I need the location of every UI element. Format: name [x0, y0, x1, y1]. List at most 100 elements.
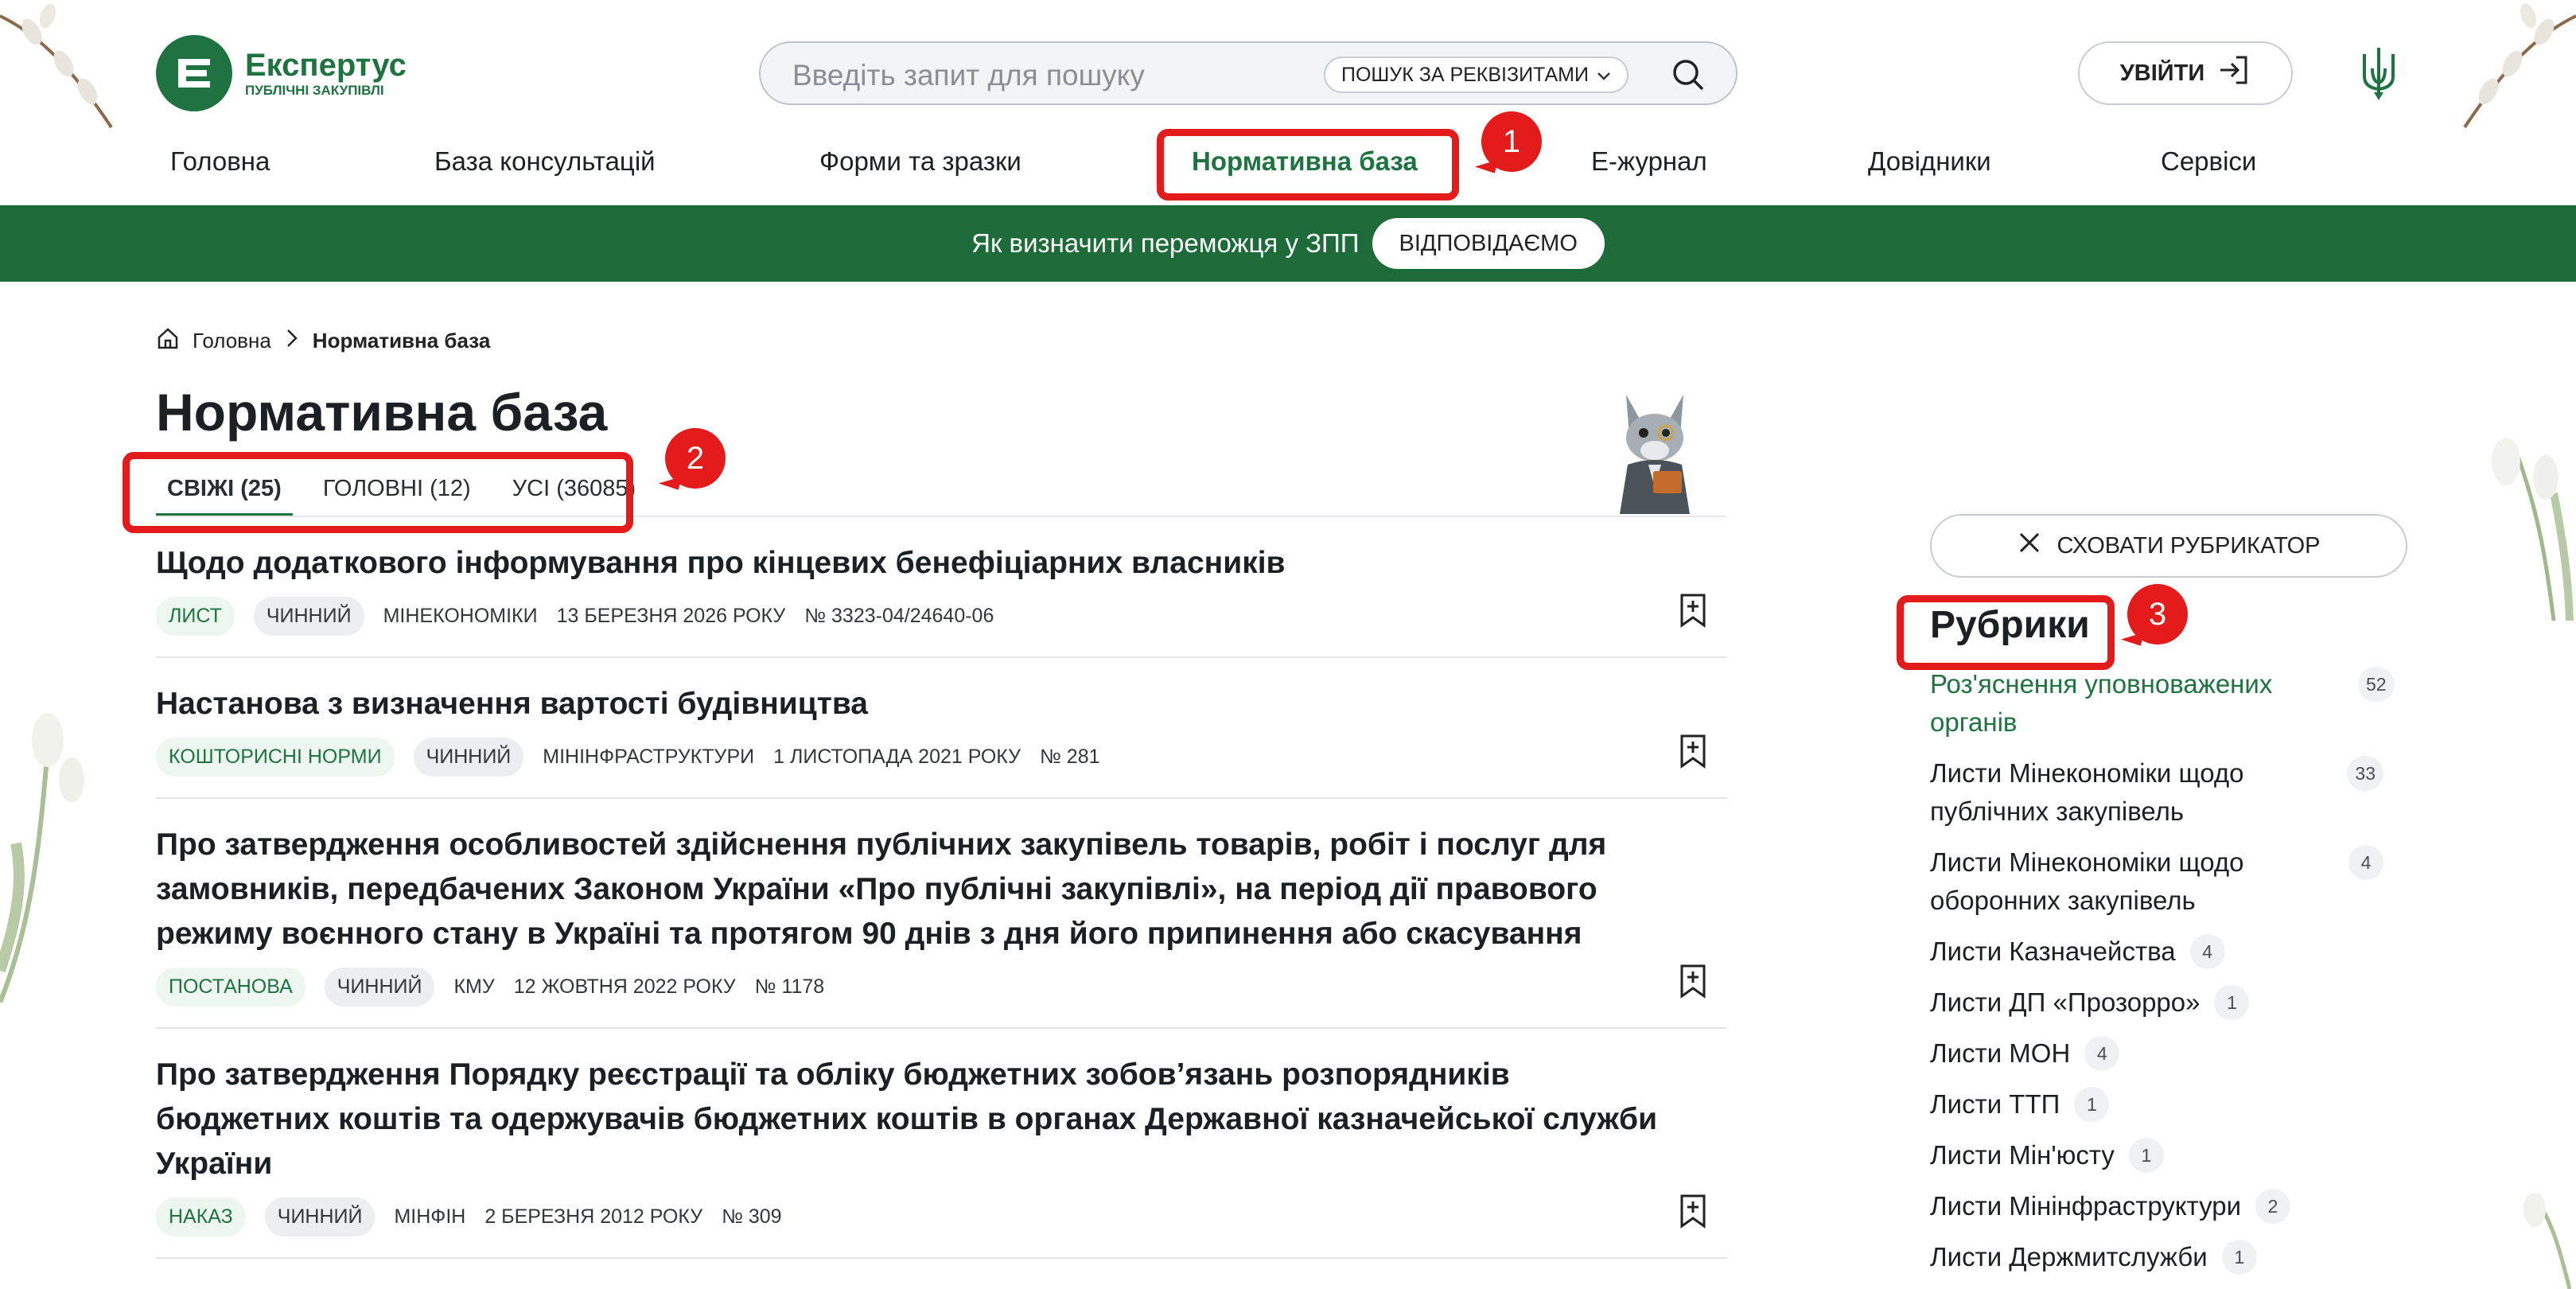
rubric-item[interactable]: Листи Казначейства 4: [1930, 933, 2407, 971]
logo-name: Експертус: [245, 48, 407, 83]
document-title-link[interactable]: Настанова з визначення вартості будівниц…: [156, 682, 1726, 726]
document-status-tag: ЧИННИЙ: [324, 968, 435, 1007]
rubric-count-badge: 4: [2189, 934, 2225, 969]
banner-answer-button[interactable]: ВІДПОВІДАЄМО: [1372, 218, 1605, 269]
rubric-label: Листи МОН: [1930, 1038, 2071, 1068]
annotation-marker-1: 1: [1481, 111, 1542, 172]
rubric-label: Роз'яснення уповноважених органів: [1930, 669, 2273, 737]
nav-item-references[interactable]: Довідники: [1868, 146, 1991, 177]
rubric-item[interactable]: Роз'яснення уповноважених органів 52: [1930, 665, 2407, 742]
document-type-tag[interactable]: ПОСТАНОВА: [156, 968, 305, 1007]
document-title-link[interactable]: Про затвердження особливостей здійснення…: [156, 823, 1726, 956]
document-date: 1 ЛИСТОПАДА 2021 РОКУ: [773, 746, 1021, 768]
document-list: Щодо додаткового інформування про кінцев…: [156, 517, 1726, 1259]
rubric-count-badge: 33: [2347, 756, 2383, 791]
rubric-item[interactable]: Листи Мін'юсту 1: [1930, 1136, 2407, 1174]
nav-item-services[interactable]: Сервіси: [2161, 146, 2256, 177]
nav-item-consultations[interactable]: База консультацій: [434, 146, 656, 177]
document-date: 13 БЕРЕЗНЯ 2026 РОКУ: [556, 605, 786, 627]
rubric-label: Листи Держмитслужби: [1930, 1242, 2208, 1271]
logo-subtitle: ПУБЛІЧНІ ЗАКУПІВЛІ: [245, 83, 384, 98]
list-item: Настанова з визначення вартості будівниц…: [156, 658, 1726, 799]
rubric-count-badge: 2: [2255, 1189, 2291, 1224]
document-title-link[interactable]: Про затвердження Порядку реєстрації та о…: [156, 1053, 1726, 1186]
document-meta: ПОСТАНОВА ЧИННИЙ КМУ 12 ЖОВТНЯ 2022 РОКУ…: [156, 968, 1726, 1007]
annotation-highlight-rubrics: [1897, 595, 2115, 670]
rubric-label: Листи ТТП: [1930, 1089, 2060, 1119]
document-status-tag: ЧИННИЙ: [264, 1197, 376, 1236]
rubric-label: Листи Мінекономіки щодо публічних закупі…: [1930, 758, 2244, 826]
nav-item-forms[interactable]: Форми та зразки: [819, 146, 1021, 177]
snowdrop-decoration-left: [0, 684, 95, 1003]
hide-rubricator-button[interactable]: СХОВАТИ РУБРИКАТОР: [1930, 514, 2407, 578]
document-issuer: МІНЕКОНОМІКИ: [383, 605, 538, 627]
nav-item-home[interactable]: Головна: [170, 146, 270, 177]
rubric-count-badge: 52: [2358, 667, 2395, 702]
login-icon: [2217, 54, 2251, 92]
rubric-label: Листи Мін'юсту: [1930, 1140, 2115, 1170]
trident-icon: [2356, 45, 2401, 106]
document-title-link[interactable]: Щодо додаткового інформування про кінцев…: [156, 541, 1726, 586]
rubric-item[interactable]: Листи Мінекономіки щодо публічних закупі…: [1930, 754, 2407, 831]
rubric-count-badge: 1: [2221, 1240, 2257, 1275]
breadcrumb-home[interactable]: Головна: [193, 329, 271, 353]
bookmark-add-icon[interactable]: [1677, 1194, 1709, 1229]
document-issuer: КМУ: [453, 976, 495, 998]
document-meta: ЛИСТ ЧИННИЙ МІНЕКОНОМІКИ 13 БЕРЕЗНЯ 2026…: [156, 597, 1726, 636]
search-icon[interactable]: [1671, 57, 1706, 92]
rubric-label: Листи ДП «Прозорро»: [1930, 987, 2200, 1017]
list-item: Про затвердження Порядку реєстрації та о…: [156, 1029, 1726, 1259]
snowdrop-decoration-right: [2458, 414, 2576, 621]
document-status-tag: ЧИННИЙ: [253, 597, 364, 636]
document-issuer: МІНІНФРАСТРУКТУРИ: [543, 746, 755, 768]
snowdrop-decoration-bottom-right: [2506, 1194, 2576, 1289]
breadcrumb-current: Нормативна база: [312, 329, 491, 352]
nav-item-e-journal[interactable]: Е-журнал: [1591, 146, 1707, 177]
wolf-mascot-illustration: [1604, 388, 1706, 520]
rubric-item[interactable]: Листи Мінінфраструктури 2: [1930, 1187, 2407, 1225]
list-item: Про затвердження особливостей здійснення…: [156, 799, 1726, 1029]
search-bar[interactable]: Введіть запит для пошуку ПОШУК ЗА РЕКВІЗ…: [759, 41, 1737, 105]
page-title: Нормативна база: [156, 383, 608, 442]
promo-banner: Як визначити переможця у ЗПП ВІДПОВІДАЄМ…: [0, 205, 2576, 282]
document-type-tag[interactable]: ЛИСТ: [156, 597, 235, 636]
annotation-highlight-nav: [1157, 129, 1459, 201]
document-type-tag[interactable]: КОШТОРИСНІ НОРМИ: [156, 738, 395, 777]
rubric-item[interactable]: Листи ДП «Прозорро» 1: [1930, 983, 2407, 1022]
document-meta: НАКАЗ ЧИННИЙ МІНФІН 2 БЕРЕЗНЯ 2012 РОКУ …: [156, 1197, 1726, 1236]
close-icon: [2018, 531, 2041, 561]
chevron-right-icon: [284, 328, 300, 354]
rubric-item[interactable]: Листи Мінекономіки щодо оборонних закупі…: [1930, 843, 2407, 920]
document-number: № 3323-04/24640-06: [804, 605, 994, 627]
rubric-item[interactable]: Листи Держмитслужби 1: [1930, 1238, 2407, 1276]
document-number: № 281: [1040, 746, 1100, 768]
rubric-label: Листи Мінекономіки щодо оборонних закупі…: [1930, 847, 2244, 915]
search-by-requisites-button[interactable]: ПОШУК ЗА РЕКВІЗИТАМИ: [1324, 56, 1628, 93]
bookmark-add-icon[interactable]: [1677, 593, 1709, 628]
rubric-count-badge: 1: [2074, 1087, 2110, 1122]
annotation-highlight-tabs: [123, 452, 633, 533]
rubric-count-badge: 4: [2348, 845, 2383, 880]
site-logo[interactable]: Експертус ПУБЛІЧНІ ЗАКУПІВЛІ: [156, 35, 407, 111]
banner-text: Як визначити переможця у ЗПП: [971, 228, 1360, 258]
login-button[interactable]: УВІЙТИ: [2078, 41, 2293, 105]
logo-icon: [156, 35, 232, 111]
rubric-item[interactable]: Листи МОН 4: [1930, 1034, 2407, 1073]
login-label: УВІЙТИ: [2119, 60, 2205, 86]
rubric-label: Листи Мінінфраструктури: [1930, 1191, 2242, 1221]
bookmark-add-icon[interactable]: [1677, 734, 1709, 769]
rubric-label: Листи Казначейства: [1930, 937, 2176, 966]
document-date: 12 ЖОВТНЯ 2022 РОКУ: [513, 976, 736, 998]
search-input[interactable]: Введіть запит для пошуку: [792, 59, 1145, 92]
rubric-item[interactable]: Листи ТТП 1: [1930, 1085, 2407, 1123]
document-number: № 1178: [754, 976, 825, 998]
document-type-tag[interactable]: НАКАЗ: [156, 1197, 246, 1236]
annotation-marker-3: 3: [2127, 584, 2188, 644]
home-icon[interactable]: [156, 326, 180, 356]
search-by-requisites-label: ПОШУК ЗА РЕКВІЗИТАМИ: [1341, 63, 1589, 86]
document-status-tag: ЧИННИЙ: [413, 738, 524, 777]
document-meta: КОШТОРИСНІ НОРМИ ЧИННИЙ МІНІНФРАСТРУКТУР…: [156, 738, 1726, 777]
bookmark-add-icon[interactable]: [1677, 964, 1709, 999]
list-item: Щодо додаткового інформування про кінцев…: [156, 517, 1726, 658]
rubric-count-badge: 1: [2128, 1138, 2164, 1173]
